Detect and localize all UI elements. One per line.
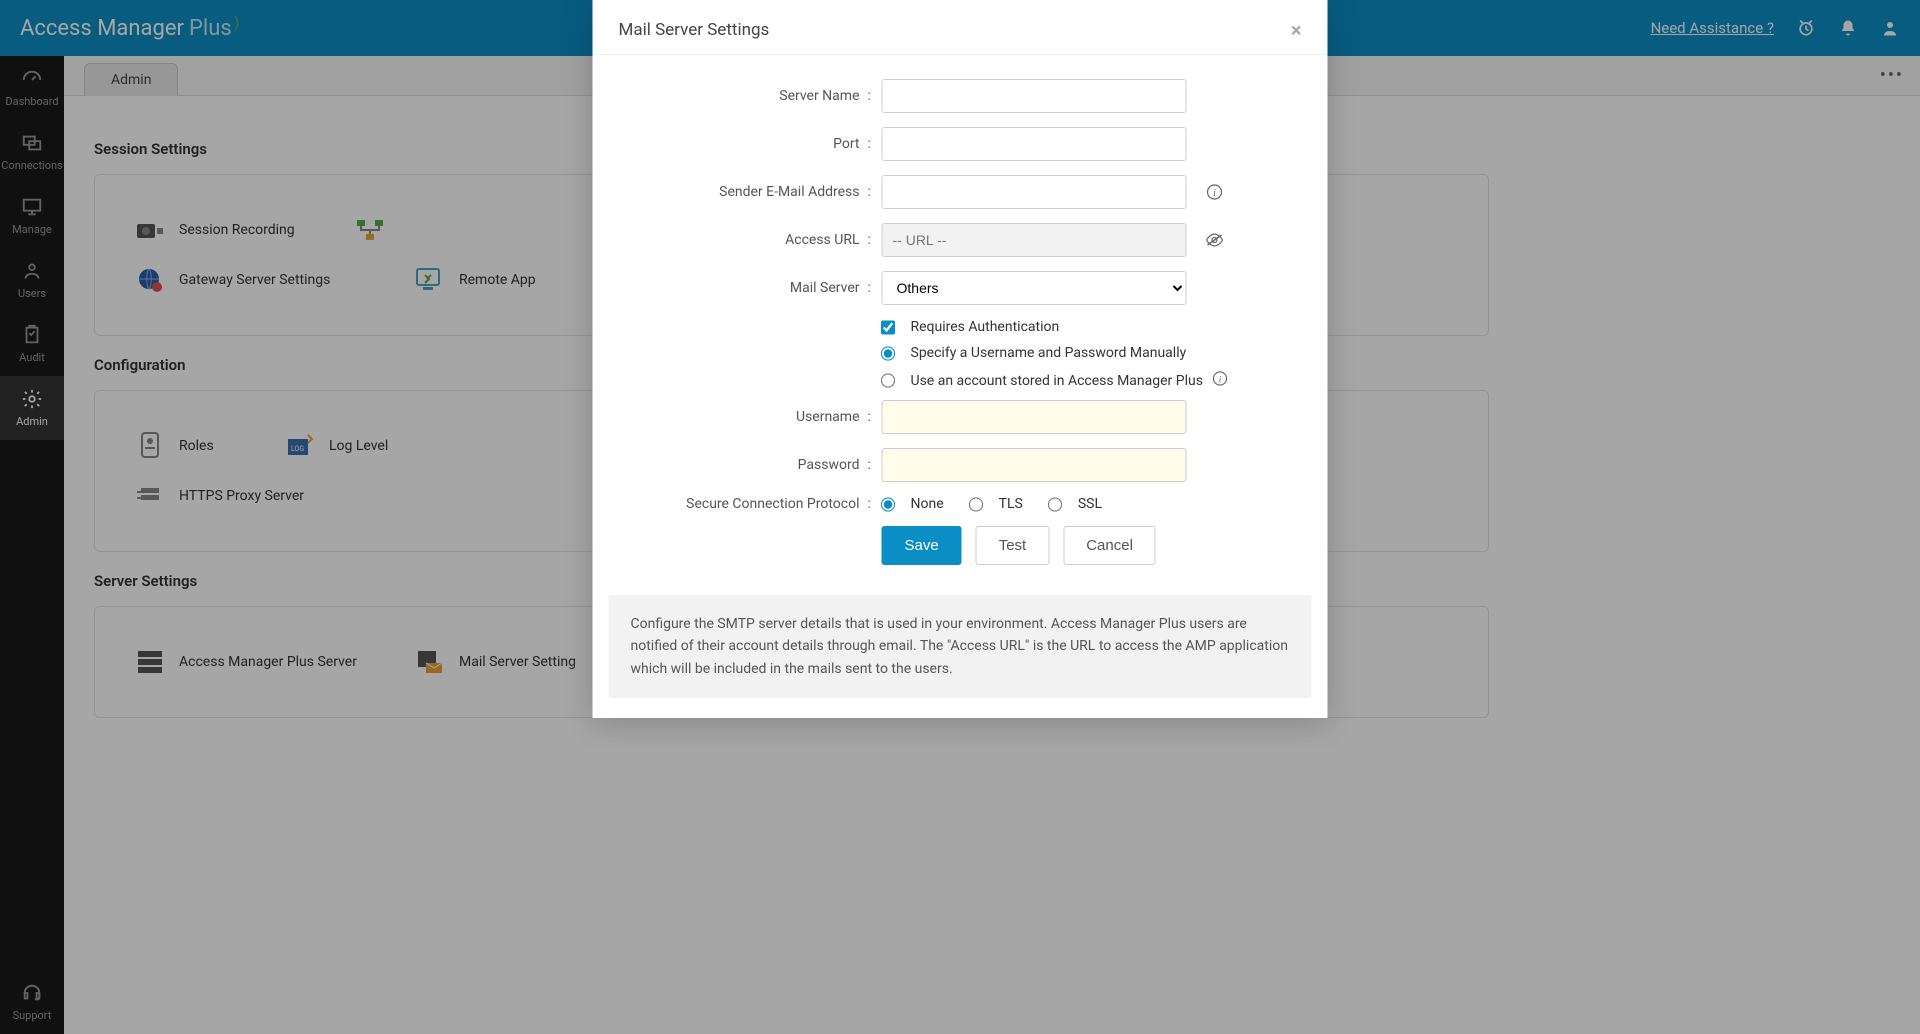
svg-text:i: i (1219, 375, 1222, 385)
label-access-url: Access URL (633, 232, 868, 248)
manual-radio[interactable] (881, 346, 895, 360)
password-input[interactable] (882, 448, 1187, 482)
username-input[interactable] (882, 400, 1187, 434)
row-sender-email: Sender E-Mail Address : i (633, 175, 1288, 209)
proto-none-text: None (911, 496, 944, 512)
manual-radio-text: Specify a Username and Password Manually (911, 345, 1187, 361)
manual-radio-label[interactable]: Specify a Username and Password Manually (882, 345, 1288, 361)
server-name-input[interactable] (882, 79, 1187, 113)
mail-server-settings-modal: Mail Server Settings × Server Name : Por… (593, 0, 1328, 718)
proto-ssl-radio[interactable] (1048, 497, 1062, 511)
requires-auth-checkbox[interactable] (881, 320, 895, 334)
proto-tls-text: TLS (999, 496, 1023, 512)
svg-text:i: i (1213, 188, 1216, 199)
modal-body: Server Name : Port : Sender E-Mail Addre… (593, 55, 1328, 595)
row-mail-server: Mail Server : Others (633, 271, 1288, 305)
modal-button-row: Save Test Cancel (882, 526, 1288, 565)
label-mail-server: Mail Server (633, 280, 868, 296)
proto-tls-label[interactable]: TLS (970, 496, 1023, 512)
mail-server-select[interactable]: Others (882, 271, 1187, 305)
label-sender-email: Sender E-Mail Address (633, 184, 868, 200)
eye-off-icon[interactable] (1203, 233, 1227, 247)
modal-header: Mail Server Settings × (593, 0, 1328, 55)
row-access-url: Access URL : (633, 223, 1288, 257)
label-server-name: Server Name (633, 88, 868, 104)
row-server-name: Server Name : (633, 79, 1288, 113)
label-password: Password (633, 457, 868, 473)
row-password: Password : (633, 448, 1288, 482)
close-icon[interactable]: × (1291, 18, 1302, 42)
row-port: Port : (633, 127, 1288, 161)
row-requires-auth: Requires Authentication (882, 319, 1288, 335)
sender-email-input[interactable] (882, 175, 1187, 209)
label-port: Port (633, 136, 868, 152)
proto-none-label[interactable]: None (882, 496, 944, 512)
stored-radio-text: Use an account stored in Access Manager … (911, 373, 1203, 389)
save-button[interactable]: Save (882, 526, 962, 565)
proto-ssl-text: SSL (1078, 496, 1102, 512)
info-icon[interactable]: i (1213, 371, 1228, 390)
row-stored-radio: Use an account stored in Access Manager … (882, 371, 1288, 390)
row-secure-proto: Secure Connection Protocol : None TLS SS… (633, 496, 1288, 512)
test-button[interactable]: Test (976, 526, 1050, 565)
requires-auth-label[interactable]: Requires Authentication (882, 319, 1288, 335)
stored-radio[interactable] (881, 373, 895, 387)
modal-title: Mail Server Settings (619, 20, 770, 40)
row-username: Username : (633, 400, 1288, 434)
row-manual-radio: Specify a Username and Password Manually (882, 345, 1288, 361)
proto-ssl-label[interactable]: SSL (1049, 496, 1102, 512)
access-url-input[interactable] (882, 223, 1187, 257)
cancel-button[interactable]: Cancel (1063, 526, 1156, 565)
proto-tls-radio[interactable] (969, 497, 983, 511)
stored-radio-label[interactable]: Use an account stored in Access Manager … (882, 371, 1288, 390)
port-input[interactable] (882, 127, 1187, 161)
proto-none-radio[interactable] (881, 497, 895, 511)
modal-info-box: Configure the SMTP server details that i… (609, 595, 1312, 698)
label-secure-proto: Secure Connection Protocol (633, 496, 868, 512)
info-icon[interactable]: i (1203, 184, 1227, 200)
label-username: Username (633, 409, 868, 425)
requires-auth-text: Requires Authentication (911, 319, 1060, 335)
